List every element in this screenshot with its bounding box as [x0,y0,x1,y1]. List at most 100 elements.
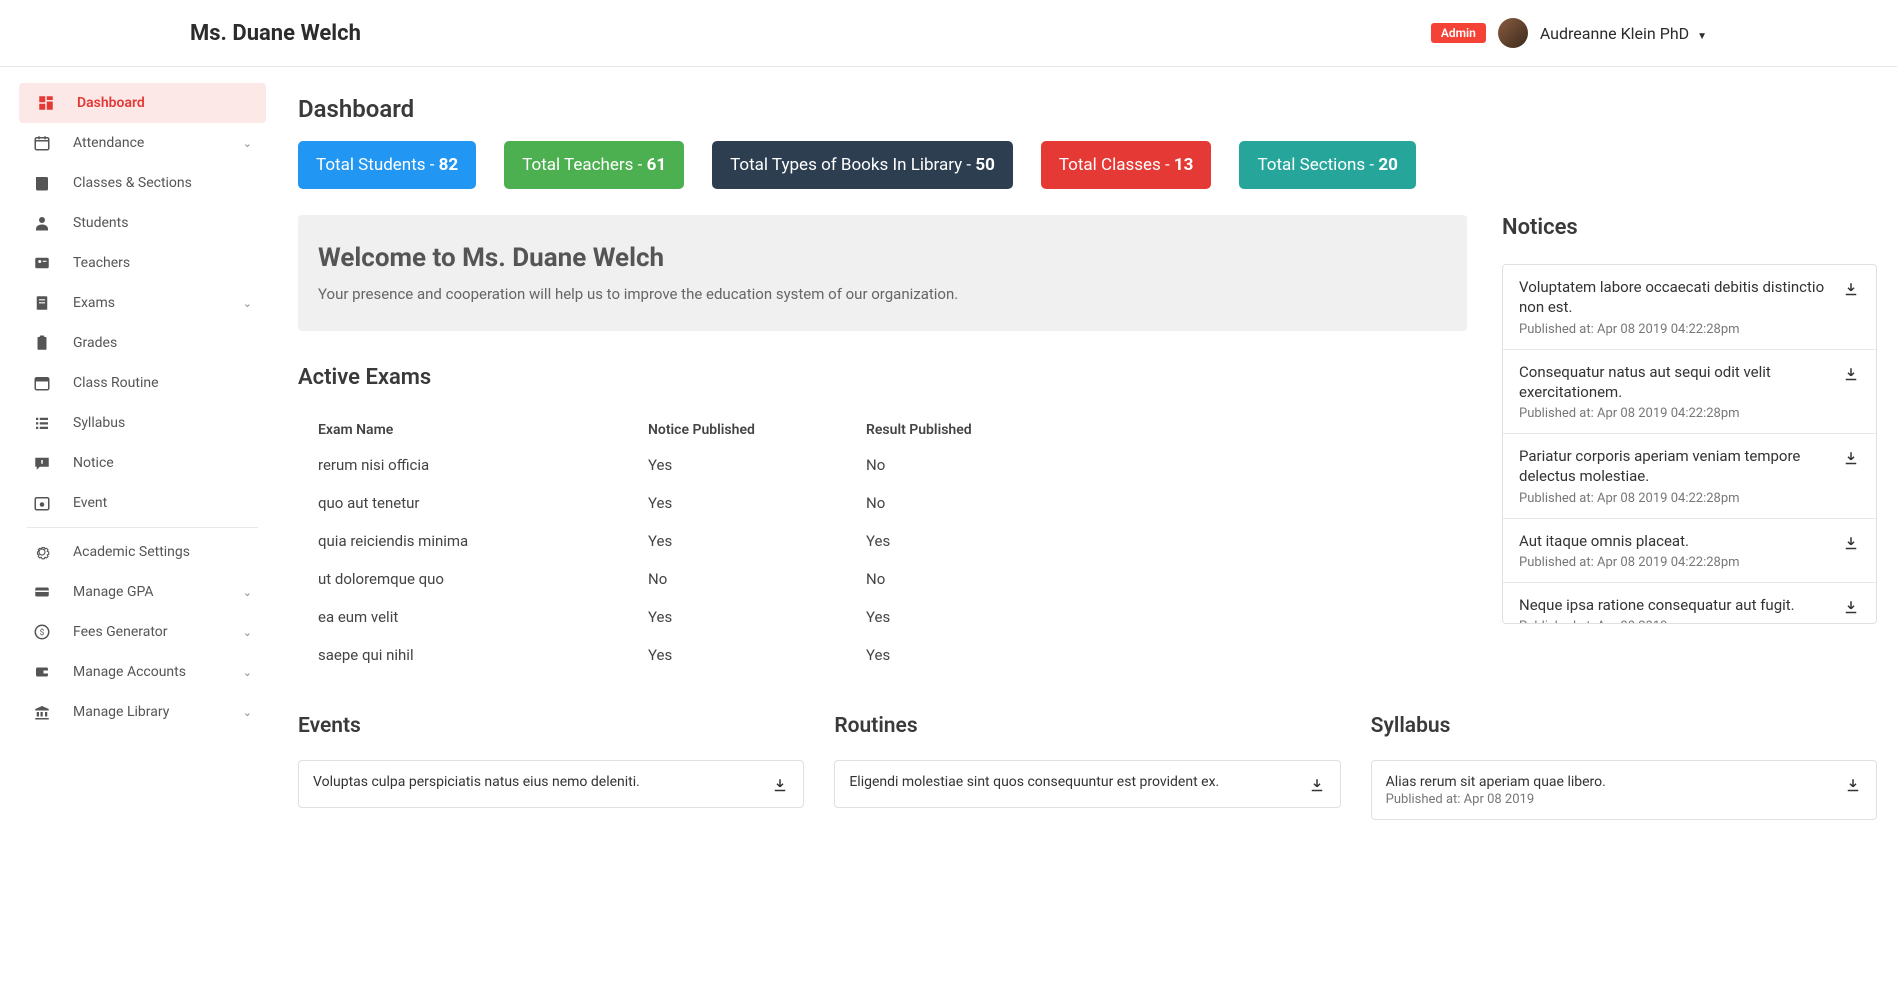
sidebar-item-students[interactable]: Students [15,203,270,243]
notice-item[interactable]: Voluptatem labore occaecati debitis dist… [1503,265,1876,350]
download-icon[interactable] [1842,450,1860,468]
syllabus-list[interactable]: Alias rerum sit aperiam quae libero.Publ… [1371,760,1877,820]
notice-date: Published at: Apr 08 2019 04:22:28pm [1519,322,1832,337]
list-item[interactable]: Voluptas culpa perspiciatis natus eius n… [299,761,803,807]
sidebar-item-grades[interactable]: Grades [15,323,270,363]
calendar-icon [33,134,51,152]
stat-value: 82 [439,155,459,175]
exams-header: Exam Name Notice Published Result Publis… [298,414,1467,446]
sidebar-item-label: Classes & Sections [73,175,192,191]
table-row: rerum nisi officiaYesNo [298,446,1467,484]
exam-result: Yes [866,646,1447,664]
stat-card-4[interactable]: Total Sections - 20 [1239,141,1415,189]
notice-title: Consequatur natus aut sequi odit velit e… [1519,362,1832,403]
exam-result: Yes [866,532,1447,550]
exam-name: saepe qui nihil [318,646,648,664]
stat-card-1[interactable]: Total Teachers - 61 [504,141,684,189]
notice-item[interactable]: Consequatur natus aut sequi odit velit e… [1503,350,1876,435]
admin-badge: Admin [1431,23,1486,43]
sidebar-item-label: Class Routine [73,375,159,391]
notice-item[interactable]: Pariatur corporis aperiam veniam tempore… [1503,434,1876,519]
col-header-notice: Notice Published [648,422,866,438]
chevron-down-icon: ⌄ [243,137,252,150]
sidebar-item-label: Exams [73,295,115,311]
exam-name: quo aut tenetur [318,494,648,512]
sidebar-item-label: Students [73,215,128,231]
stat-value: 61 [647,155,667,175]
sidebar-item-event[interactable]: Event [15,483,270,523]
table-row: quia reiciendis minimaYesYes [298,522,1467,560]
sidebar-item-attendance[interactable]: Attendance⌄ [15,123,270,163]
sidebar-item-dashboard[interactable]: Dashboard [19,83,266,123]
sidebar-item-notice[interactable]: Notice [15,443,270,483]
sidebar-item-label: Academic Settings [73,544,190,560]
chevron-down-icon: ⌄ [243,706,252,719]
sidebar-item-manage-library[interactable]: Manage Library ⌄ [15,692,270,732]
item-title: Alias rerum sit aperiam quae libero. [1386,773,1834,792]
stat-card-2[interactable]: Total Types of Books In Library - 50 [712,141,1013,189]
wallet-icon [33,663,51,681]
sidebar-item-label: Manage Accounts [73,664,186,680]
exam-result: No [866,456,1447,474]
sidebar-item-label: Manage Library [73,704,169,720]
notice-list[interactable]: Voluptatem labore occaecati debitis dist… [1502,264,1877,624]
download-icon[interactable] [1842,366,1860,384]
sidebar-item-label: Grades [73,335,117,351]
notice-title: Neque ipsa ratione consequatur aut fugit… [1519,595,1832,615]
chevron-down-icon: ⌄ [243,666,252,679]
notice-date: Published at: Apr 08 2019 [1519,619,1832,624]
sidebar-item-exams[interactable]: Exams⌄ [15,283,270,323]
notice-title: Voluptatem labore occaecati debitis dist… [1519,277,1832,318]
download-icon[interactable] [771,777,789,795]
stat-label: Total Students - [316,155,439,175]
notice-date: Published at: Apr 08 2019 04:22:28pm [1519,555,1832,570]
download-icon[interactable] [1842,281,1860,299]
stat-card-0[interactable]: Total Students - 82 [298,141,476,189]
sidebar-item-syllabus[interactable]: Syllabus [15,403,270,443]
sidebar-item-teachers[interactable]: Teachers [15,243,270,283]
sidebar-item-label: Syllabus [73,415,125,431]
list-item[interactable]: Eligendi molestiae sint quos consequuntu… [835,761,1339,807]
sidebar-item-manage-gpa[interactable]: Manage GPA ⌄ [15,572,270,612]
download-icon[interactable] [1308,777,1326,795]
exam-notice: Yes [648,494,866,512]
notice-title: Aut itaque omnis placeat. [1519,531,1832,551]
sidebar: Dashboard Attendance⌄ Classes & Sections St… [15,67,270,840]
table-row: ut doloremque quoNoNo [298,560,1467,598]
card-icon [33,583,51,601]
sidebar-item-label: Dashboard [77,95,145,111]
stat-card-3[interactable]: Total Classes - 13 [1041,141,1212,189]
sidebar-item-label: Event [73,495,107,511]
chevron-down-icon: ⌄ [243,586,252,599]
svg-text:$: $ [40,627,45,638]
sidebar-item-class-routine[interactable]: Class Routine [15,363,270,403]
notice-date: Published at: Apr 08 2019 04:22:28pm [1519,406,1832,421]
download-icon[interactable] [1844,777,1862,795]
routines-list[interactable]: Eligendi molestiae sint quos consequuntu… [834,760,1340,808]
list-item[interactable]: Alias rerum sit aperiam quae libero.Publ… [1372,761,1876,819]
notice-item[interactable]: Neque ipsa ratione consequatur aut fugit… [1503,583,1876,624]
stat-value: 20 [1378,155,1398,175]
exam-notice: No [648,570,866,588]
nav-divider [27,527,258,528]
syllabus-section: Syllabus Alias rerum sit aperiam quae li… [1371,714,1877,820]
download-icon[interactable] [1842,599,1860,617]
username-dropdown[interactable]: Audreanne Klein PhD ▼ [1540,24,1707,43]
stats-row: Total Students - 82 Total Teachers - 61 To… [298,141,1877,189]
active-exams-title: Active Exams [298,365,1467,390]
notice-item[interactable]: Aut itaque omnis placeat. Published at: A… [1503,519,1876,583]
sidebar-item-classes-sections[interactable]: Classes & Sections [15,163,270,203]
events-list[interactable]: Voluptas culpa perspiciatis natus eius n… [298,760,804,808]
sidebar-item-label: Manage GPA [73,584,154,600]
exams-table: Exam Name Notice Published Result Publis… [298,414,1467,674]
download-icon[interactable] [1842,535,1860,553]
sidebar-item-fees-generator[interactable]: $Fees Generator⌄ [15,612,270,652]
table-row: quo aut teneturYesNo [298,484,1467,522]
event-icon [33,494,51,512]
col-header-name: Exam Name [318,422,648,438]
table-row: ea eum velitYesYes [298,598,1467,636]
sidebar-item-manage-accounts[interactable]: Manage Accounts ⌄ [15,652,270,692]
avatar[interactable] [1498,18,1528,48]
sidebar-item-academic-settings[interactable]: Academic Settings [15,532,270,572]
notice-date: Published at: Apr 08 2019 04:22:28pm [1519,491,1832,506]
